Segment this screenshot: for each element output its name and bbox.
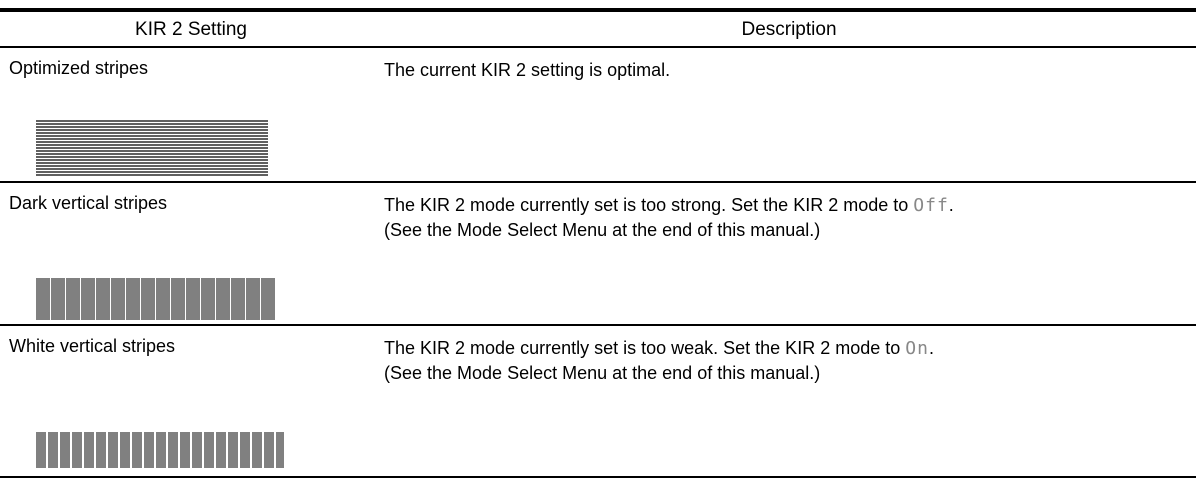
kir2-settings-table: KIR 2 Setting Description Optimized stri… <box>0 8 1196 478</box>
setting-label: Dark vertical stripes <box>9 193 168 213</box>
description-punctuation: . <box>928 338 934 358</box>
description-text: The current KIR 2 setting is optimal. <box>384 58 1184 82</box>
table-bottom-rule <box>0 476 1196 478</box>
optimized-stripes-image <box>36 120 268 176</box>
lcd-value-off: Off <box>913 195 949 216</box>
description-text: The KIR 2 mode currently set is too weak… <box>384 336 1184 385</box>
header-kir2-setting: KIR 2 Setting <box>135 19 247 40</box>
description-line: The KIR 2 mode currently set is too stro… <box>384 193 1184 218</box>
header-description: Description <box>741 19 837 40</box>
lcd-value-on: On <box>905 338 929 359</box>
table-row-dark-vertical-stripes: Dark vertical stripes The KIR 2 mode cur… <box>0 183 1196 324</box>
table-row-optimized-stripes: Optimized stripes The current KIR 2 sett… <box>0 48 1196 181</box>
description-line: The current KIR 2 setting is optimal. <box>384 60 671 80</box>
description-punctuation: . <box>948 195 954 215</box>
white-vertical-stripes-image <box>36 432 284 468</box>
description-line: The KIR 2 mode currently set is too weak… <box>384 336 1184 361</box>
table-top-rule <box>0 8 1196 12</box>
setting-label: White vertical stripes <box>9 336 176 356</box>
setting-label: Optimized stripes <box>9 58 149 78</box>
table-row-white-vertical-stripes: White vertical stripes The KIR 2 mode cu… <box>0 326 1196 476</box>
dark-vertical-stripes-image <box>36 278 276 320</box>
description-segment: The KIR 2 mode currently set is too weak… <box>384 338 901 358</box>
description-line: (See the Mode Select Menu at the end of … <box>384 220 821 240</box>
description-line: (See the Mode Select Menu at the end of … <box>384 363 821 383</box>
description-segment: The KIR 2 mode currently set is too stro… <box>384 195 909 215</box>
description-text: The KIR 2 mode currently set is too stro… <box>384 193 1184 242</box>
